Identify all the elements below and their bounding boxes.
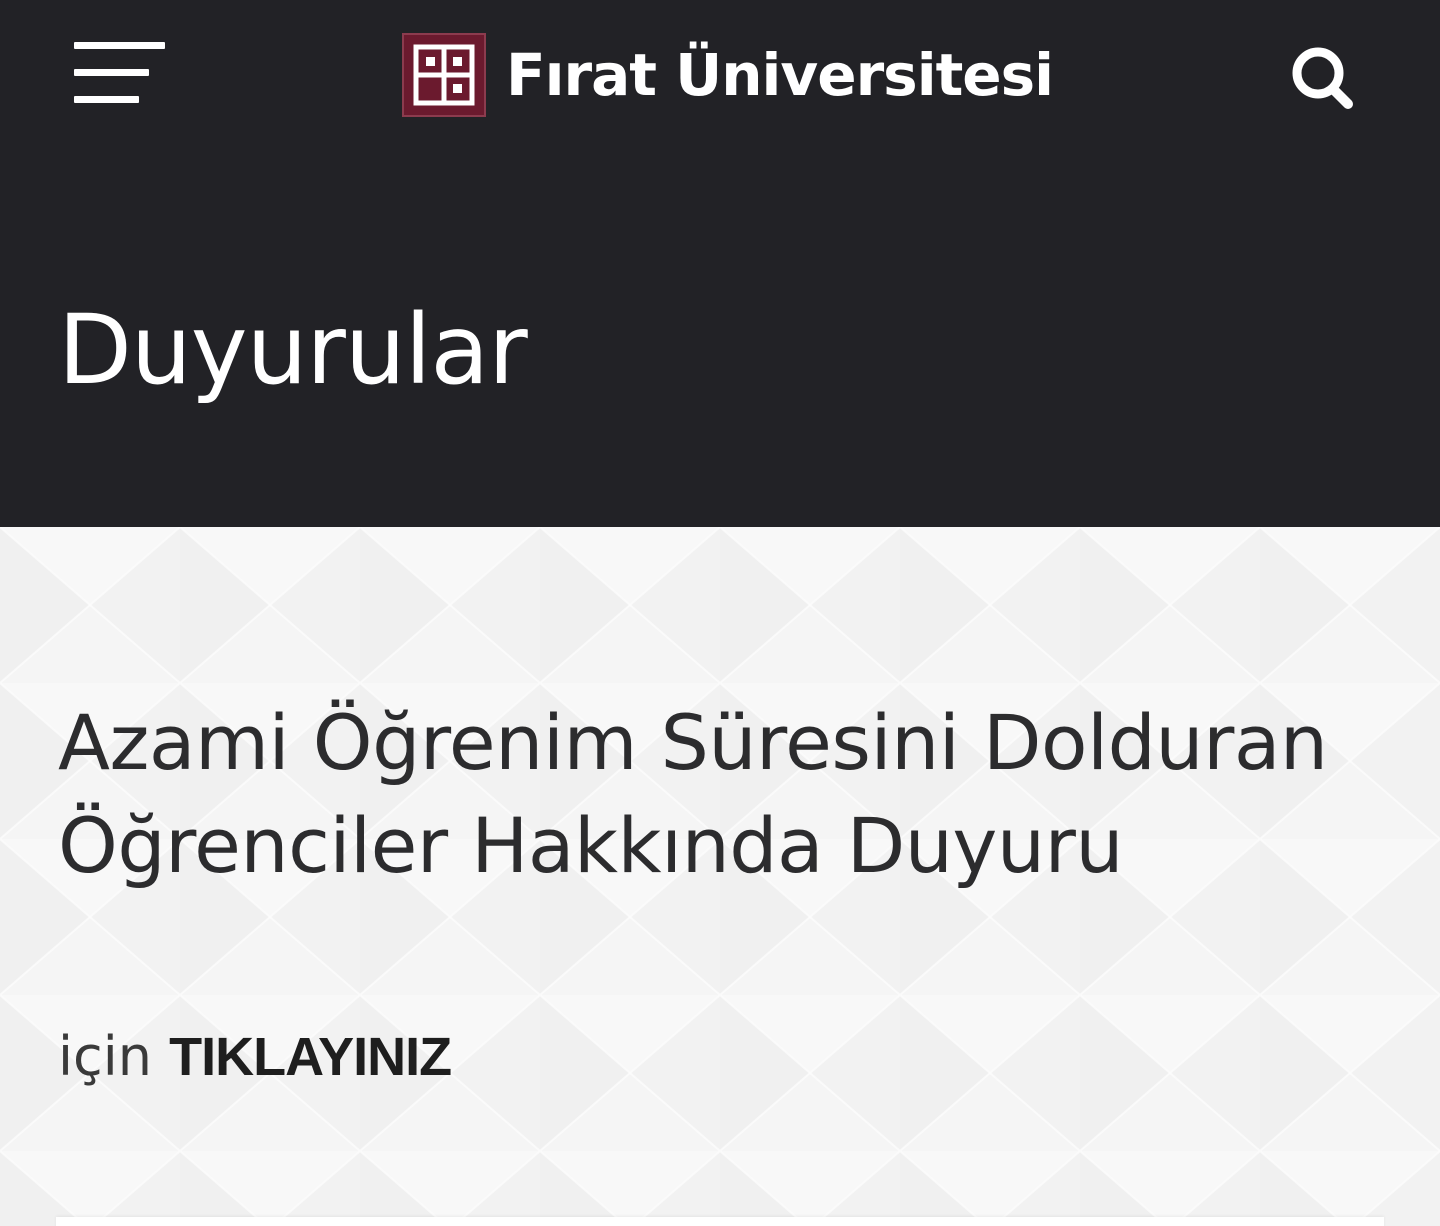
brand-name: Fırat Üniversitesi (506, 41, 1054, 109)
hero-section: Fırat Üniversitesi Duyurular (0, 0, 1440, 527)
page: Fırat Üniversitesi Duyurular Azami Öğren… (0, 0, 1440, 1226)
menu-line (74, 42, 165, 49)
page-title: Duyurular (58, 294, 528, 406)
top-navigation-bar: Fırat Üniversitesi (0, 0, 1440, 150)
menu-button[interactable] (74, 42, 166, 106)
announcement-prefix: için (58, 1025, 152, 1088)
click-here-link[interactable]: TIKLAYINIZ (169, 1027, 452, 1087)
menu-line (74, 96, 139, 103)
brand-home-link[interactable]: Fırat Üniversitesi (402, 33, 1054, 117)
search-icon (1292, 47, 1353, 109)
menu-line (74, 69, 149, 76)
search-button[interactable] (1286, 40, 1362, 116)
next-card-edge (56, 1217, 1384, 1226)
announcement-subline: için TIKLAYINIZ (58, 1022, 452, 1092)
announcement-title: Azami Öğrenim Süresini Dolduran Öğrencil… (58, 698, 1328, 890)
announcement-content: Azami Öğrenim Süresini Dolduran Öğrencil… (0, 527, 1440, 1226)
university-logo-icon (402, 33, 486, 117)
